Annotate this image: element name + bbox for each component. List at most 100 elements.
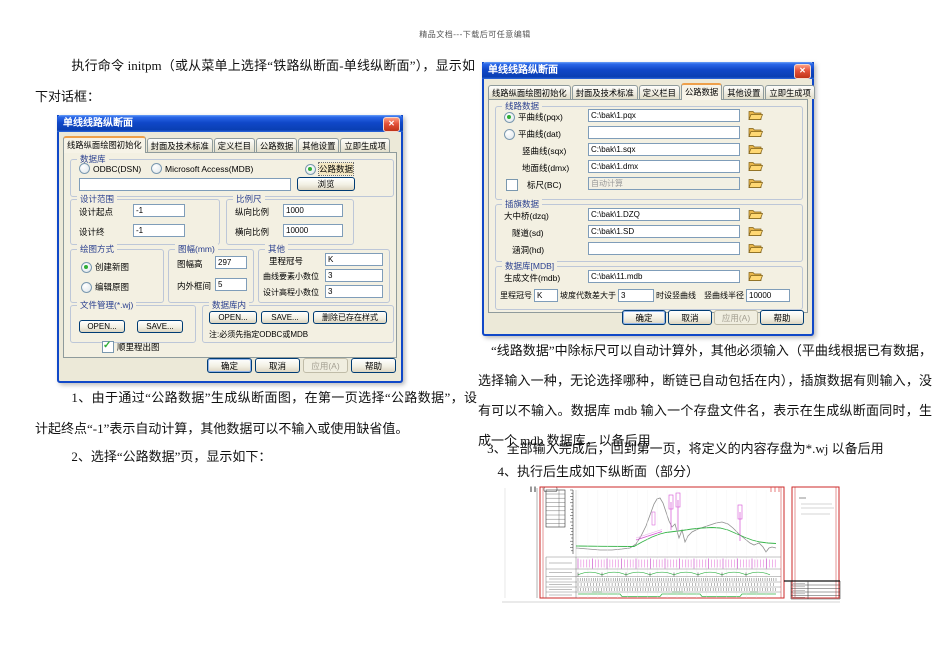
curve-decimals-input[interactable] xyxy=(325,269,383,282)
radio-dat[interactable]: 平曲线(dat) xyxy=(504,128,561,140)
radio-pqx[interactable]: 平曲线(pqx) xyxy=(504,111,563,123)
database-path-input[interactable] xyxy=(79,178,291,191)
tab-generate-now[interactable]: 立即生成项 xyxy=(765,85,815,99)
dialog2-titlebar[interactable]: 单线线路纵断面 ✕ xyxy=(482,62,814,79)
browse-folder-icon[interactable] xyxy=(748,208,764,221)
radio-new-circle[interactable] xyxy=(81,261,92,273)
close-icon[interactable]: ✕ xyxy=(794,64,811,79)
tab-cover-standard[interactable]: 封面及技术标准 xyxy=(146,138,213,152)
sheet-height-label: 图幅高 xyxy=(177,259,203,269)
db-inner-title: 数据库内 xyxy=(209,300,250,311)
sheet-height-input[interactable] xyxy=(215,256,247,269)
mdb-prefix-label: 里程冠号 xyxy=(500,291,532,300)
mileage-prefix-input[interactable] xyxy=(325,253,383,266)
tunnel-path-input[interactable] xyxy=(588,225,740,238)
radio-new-drawing[interactable]: 创建新图 xyxy=(81,261,129,273)
cancel-button[interactable]: 取消 xyxy=(668,310,712,325)
file-open-button[interactable]: OPEN... xyxy=(79,320,125,333)
bridge-path-input[interactable] xyxy=(588,208,740,221)
tab-generate-now[interactable]: 立即生成项 xyxy=(340,138,390,152)
dmx-path-input[interactable] xyxy=(588,160,740,173)
tab-other-settings[interactable]: 其他设置 xyxy=(298,138,340,152)
line-data-group: 线路数据 平曲线(pqx) 平曲线(dat) 竖曲线(sqx) 地面线(dmx) xyxy=(495,101,803,200)
mileage-order-checkbox-box[interactable] xyxy=(102,340,114,353)
ruler-label: 标尺(BC) xyxy=(527,180,562,190)
slope-diff-input[interactable] xyxy=(618,289,654,302)
pqx-path-input[interactable] xyxy=(588,109,740,122)
tab-other-settings[interactable]: 其他设置 xyxy=(723,85,765,99)
radio-access[interactable]: Microsoft Access(MDB) xyxy=(151,163,253,174)
browse-folder-icon[interactable] xyxy=(748,177,764,190)
help-button[interactable]: 帮助 xyxy=(760,310,804,325)
radio-highway-circle[interactable] xyxy=(305,163,316,175)
browse-folder-icon[interactable] xyxy=(748,242,764,255)
ruler-checkbox[interactable]: 标尺(BC) xyxy=(506,179,561,191)
intro-paragraph: 执行命令 initpm（或从菜单上选择“铁路纵断面-单线纵断面”），显示如下对话… xyxy=(35,58,475,104)
ok-button[interactable]: 确定 xyxy=(622,310,666,325)
browse-folder-icon[interactable] xyxy=(748,270,764,283)
vc-radius-input[interactable] xyxy=(746,289,790,302)
db-inner-group: 数据库内 OPEN... SAVE... 删除已存在样式 注:必须先指定ODBC… xyxy=(202,300,394,343)
design-start-input[interactable] xyxy=(133,204,185,217)
mdb-file-input[interactable] xyxy=(588,270,740,283)
v-scale-label: 纵向比例 xyxy=(235,207,270,217)
mdb-prefix-input[interactable] xyxy=(534,289,558,302)
cancel-button[interactable]: 取消 xyxy=(255,358,300,373)
design-end-input[interactable] xyxy=(133,224,185,237)
draw-mode-title: 绘图方式 xyxy=(77,244,118,255)
radio-dat-circle[interactable] xyxy=(504,128,515,140)
browse-folder-icon[interactable] xyxy=(748,109,764,122)
sheet-group-title: 图幅(mm) xyxy=(175,244,218,255)
mdb-options-row: 里程冠号 坡度代数差大于 时设竖曲线 竖曲线半径 xyxy=(500,289,790,302)
apply-button[interactable]: 应用(A) xyxy=(303,358,348,373)
file-save-button[interactable]: SAVE... xyxy=(137,320,183,333)
browse-button[interactable]: 浏览 xyxy=(297,177,355,191)
tab-cover-standard[interactable]: 封面及技术标准 xyxy=(571,85,638,99)
elev-decimals-input[interactable] xyxy=(325,285,383,298)
mdb-group: 数据库[MDB] 生成文件(mdb) 里程冠号 坡度代数差大于 时设竖曲线 竖曲… xyxy=(495,261,803,310)
radio-edit-drawing[interactable]: 编辑原图 xyxy=(81,281,129,293)
design-start-label: 设计起点 xyxy=(79,207,114,217)
radio-edit-circle[interactable] xyxy=(81,281,92,293)
dialog1-title: 单线线路纵断面 xyxy=(63,118,133,129)
browse-folder-icon[interactable] xyxy=(748,126,764,139)
header-note: 精品文档---下载后可任意编辑 xyxy=(419,30,531,39)
close-icon[interactable]: ✕ xyxy=(383,117,400,132)
db-save-button[interactable]: SAVE... xyxy=(261,311,309,324)
apply-button[interactable]: 应用(A) xyxy=(714,310,758,325)
tab-define-columns[interactable]: 定义栏目 xyxy=(213,138,255,152)
radio-odbc-circle[interactable] xyxy=(79,163,90,174)
flag-data-group: 插旗数据 大中桥(dzq) 隧道(sd) 涵洞(hd) xyxy=(495,199,803,262)
tab-line-init[interactable]: 线路纵面绘图初始化 xyxy=(488,85,571,99)
ok-button[interactable]: 确定 xyxy=(207,358,252,373)
db-open-button[interactable]: OPEN... xyxy=(209,311,257,324)
tab-line-init[interactable]: 线路纵面绘图初始化 xyxy=(63,136,146,153)
elev-decimals-label: 设计高程小数位 xyxy=(263,288,319,297)
other-group-title: 其他 xyxy=(265,244,289,255)
radio-access-circle[interactable] xyxy=(151,163,162,174)
h-scale-input[interactable] xyxy=(283,224,343,237)
browse-folder-icon[interactable] xyxy=(748,160,764,173)
radio-odbc[interactable]: ODBC(DSN) xyxy=(79,163,141,174)
browse-folder-icon[interactable] xyxy=(748,143,764,156)
radio-pqx-circle[interactable] xyxy=(504,111,515,123)
culvert-path-input[interactable] xyxy=(588,242,740,255)
sheet-margin-input[interactable] xyxy=(215,278,247,291)
sqx-path-input[interactable] xyxy=(588,143,740,156)
help-button[interactable]: 帮助 xyxy=(351,358,396,373)
dialog-highway-data: 单线线路纵断面 ✕ 线路纵面绘图初始化 封面及技术标准 定义栏目 公路数据 其他… xyxy=(482,62,815,336)
db-inner-note: 注:必须先指定ODBC或MDB xyxy=(209,330,309,339)
tab-define-columns[interactable]: 定义栏目 xyxy=(638,85,680,99)
radio-highway[interactable]: 公路数据 xyxy=(305,162,355,176)
browse-folder-icon[interactable] xyxy=(748,225,764,238)
tab-highway-data[interactable]: 公路数据 xyxy=(255,138,298,152)
db-delete-style-button[interactable]: 删除已存在样式 xyxy=(313,311,387,324)
v-scale-input[interactable] xyxy=(283,204,343,217)
step1-paragraph: 1、由于通过“公路数据”生成纵断面图，在第一页选择“公路数据”，设计起终点“-1… xyxy=(35,390,477,436)
ruler-checkbox-box[interactable] xyxy=(506,179,518,191)
tab-highway-data[interactable]: 公路数据 xyxy=(680,83,723,100)
ruler-auto-input[interactable] xyxy=(588,177,740,190)
dat-path-input[interactable] xyxy=(588,126,740,139)
dialog1-titlebar[interactable]: 单线线路纵断面 ✕ xyxy=(57,115,403,132)
mileage-order-checkbox[interactable]: 顺里程出图 xyxy=(102,340,160,353)
